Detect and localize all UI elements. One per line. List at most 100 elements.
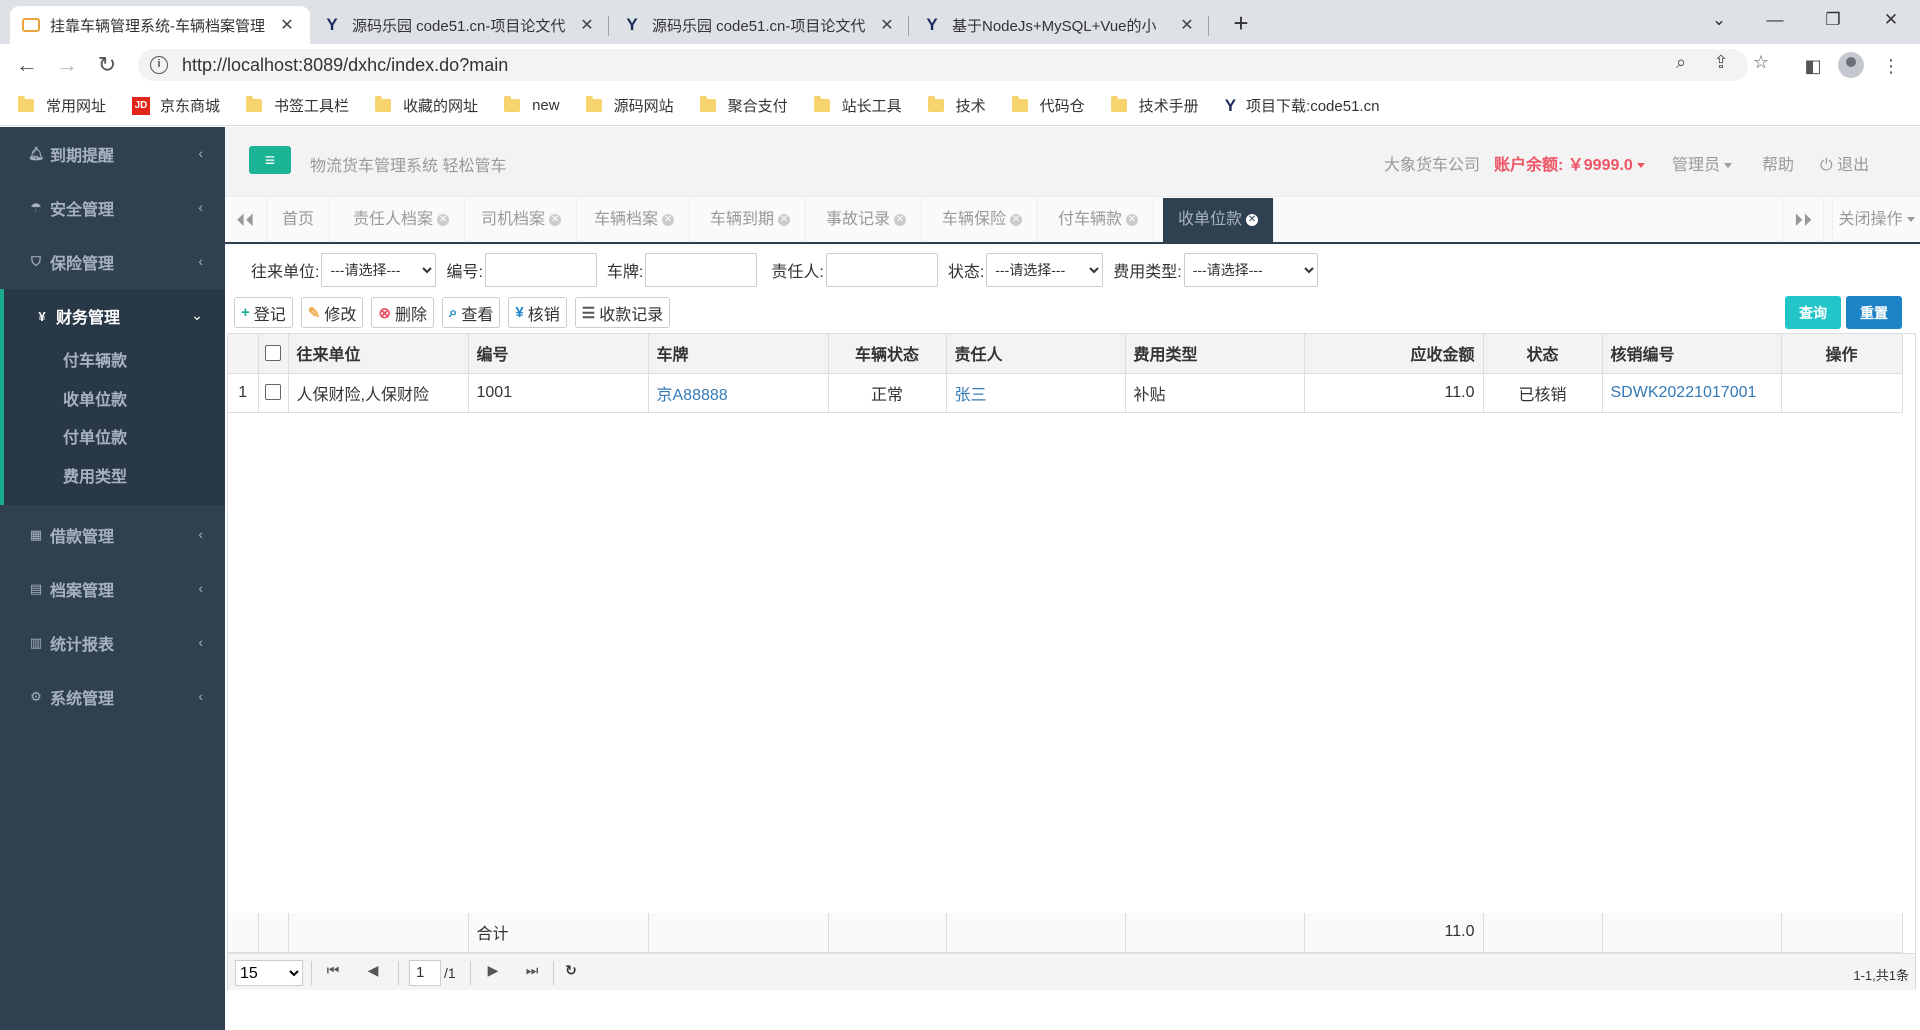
- edit-button[interactable]: ✎ 修改: [300, 297, 364, 328]
- col-header-verify-no[interactable]: 核销编号: [1602, 334, 1782, 374]
- view-button[interactable]: ⌕ 查看: [441, 297, 501, 328]
- bookmark-item[interactable]: 收藏的网址: [375, 95, 478, 116]
- select-all-checkbox[interactable]: [265, 345, 281, 362]
- close-icon[interactable]: ✕: [1178, 15, 1196, 35]
- tab-accident-records[interactable]: 事故记录 ✕: [811, 198, 923, 242]
- profile-avatar[interactable]: [1838, 52, 1864, 78]
- status-select[interactable]: ---请选择---: [986, 253, 1104, 287]
- col-header-operation[interactable]: 操作: [1781, 334, 1903, 374]
- delete-button[interactable]: ⊗ 删除: [371, 297, 434, 328]
- col-header-owner[interactable]: 责任人: [946, 334, 1126, 374]
- col-header-fee-type[interactable]: 费用类型: [1125, 334, 1305, 374]
- page-number-input[interactable]: 1: [409, 960, 441, 986]
- register-button[interactable]: + 登记: [234, 297, 293, 328]
- back-icon[interactable]: ←: [12, 50, 42, 80]
- new-tab-button[interactable]: +: [1222, 6, 1260, 40]
- logout-link[interactable]: ⏻ 退出: [1820, 151, 1869, 175]
- sidebar-subitem-pay-unit[interactable]: 付单位款: [4, 420, 225, 459]
- forward-icon[interactable]: →: [52, 50, 82, 80]
- table-row[interactable]: 1 人保财险,人保财险 1001 京A88888 正常 张三 补贴 11.0 已…: [228, 373, 1903, 413]
- col-header-status[interactable]: 状态: [1483, 334, 1603, 374]
- sidebar-item-security[interactable]: ☂ 安全管理 ‹: [0, 181, 225, 235]
- tab-vehicle-expiry[interactable]: 车辆到期 ✕: [695, 198, 807, 242]
- tab-driver-archive[interactable]: 司机档案 ✕: [466, 198, 578, 242]
- help-link[interactable]: 帮助: [1762, 151, 1794, 175]
- sidebar-item-insurance[interactable]: ⛉ 保险管理 ‹: [0, 235, 225, 289]
- browser-tab-active[interactable]: 挂靠车辆管理系统-车辆档案管理 ✕: [10, 6, 310, 44]
- row-checkbox[interactable]: [265, 384, 281, 401]
- sidepanel-icon[interactable]: ◧: [1800, 53, 1826, 79]
- sidebar-item-loan[interactable]: ▦ 借款管理 ‹: [0, 508, 225, 562]
- plate-input[interactable]: [645, 253, 758, 287]
- sidebar-item-reports[interactable]: ▥ 统计报表 ‹: [0, 616, 225, 670]
- tab-pay-vehicle[interactable]: 付车辆款 ✕: [1043, 198, 1155, 242]
- url-field[interactable]: i http://localhost:8089/dxhc/index.do?ma…: [138, 49, 1748, 81]
- bookmark-item[interactable]: new: [504, 96, 560, 114]
- search-button[interactable]: 查询: [1785, 296, 1841, 329]
- hamburger-button[interactable]: ≡: [249, 146, 291, 174]
- browser-tab[interactable]: Y 基于NodeJs+MySQL+Vue的小 ✕: [910, 6, 1210, 44]
- close-icon[interactable]: ✕: [578, 15, 596, 35]
- close-icon[interactable]: ✕: [878, 15, 896, 35]
- sidebar-item-finance[interactable]: ¥ 财务管理 ⌄: [0, 289, 225, 343]
- minimize-button[interactable]: —: [1752, 4, 1798, 36]
- fee-type-select[interactable]: ---请选择---: [1183, 253, 1318, 287]
- bookmark-item[interactable]: 技术: [927, 95, 986, 116]
- close-icon[interactable]: ✕: [278, 15, 296, 35]
- reset-button[interactable]: 重置: [1846, 296, 1902, 329]
- scroll-left-icon[interactable]: ⏴⏴: [225, 198, 267, 242]
- info-icon[interactable]: i: [150, 56, 168, 74]
- sidebar-subitem-pay-vehicle[interactable]: 付车辆款: [4, 343, 225, 382]
- first-page-icon[interactable]: ⏮: [323, 962, 343, 979]
- tab-vehicle-insurance[interactable]: 车辆保险 ✕: [927, 198, 1039, 242]
- bookmark-item[interactable]: 聚合支付: [699, 95, 788, 116]
- unit-select[interactable]: ---请选择---: [321, 253, 437, 287]
- sidebar-item-system[interactable]: ⚙ 系统管理 ‹: [0, 670, 225, 724]
- owner-link[interactable]: 张三: [955, 387, 987, 404]
- sidebar-item-expiry-reminder[interactable]: 🔔︎ 到期提醒 ‹: [0, 127, 225, 181]
- account-balance[interactable]: 账户余额: ￥9999.0: [1494, 151, 1645, 175]
- tab-close-icon[interactable]: ✕: [437, 213, 450, 226]
- bookmark-item[interactable]: 源码网站: [585, 95, 674, 116]
- reload-icon[interactable]: ↻: [92, 50, 122, 80]
- col-header-unit[interactable]: 往来单位: [288, 334, 469, 374]
- zoom-icon[interactable]: ⌕: [1668, 52, 1694, 73]
- tab-receive-unit[interactable]: 收单位款 ✕: [1163, 198, 1275, 242]
- tab-search-icon[interactable]: ⌄: [1696, 4, 1742, 36]
- menu-icon[interactable]: ⋮: [1878, 53, 1904, 79]
- prev-page-icon[interactable]: ◀: [363, 962, 383, 979]
- bookmark-item[interactable]: 站长工具: [813, 95, 902, 116]
- last-page-icon[interactable]: ⏭: [522, 962, 542, 979]
- sidebar-item-archives[interactable]: ▤ 档案管理 ‹: [0, 562, 225, 616]
- bookmark-item[interactable]: Y 项目下载:code51.cn: [1225, 95, 1380, 116]
- tab-close-icon[interactable]: ✕: [662, 213, 675, 226]
- records-button[interactable]: ☰ 收款记录: [574, 297, 671, 328]
- tab-close-icon[interactable]: ✕: [1126, 213, 1139, 226]
- next-page-icon[interactable]: ▶: [483, 962, 503, 979]
- tab-close-icon[interactable]: ✕: [1246, 213, 1259, 226]
- bookmark-item[interactable]: 书签工具栏: [246, 95, 349, 116]
- code-input[interactable]: [484, 253, 597, 287]
- verify-button[interactable]: ¥ 核销: [508, 297, 567, 328]
- plate-link[interactable]: 京A88888: [657, 387, 728, 404]
- tab-close-icon[interactable]: ✕: [1010, 213, 1023, 226]
- verify-no-link[interactable]: SDWK20221017001: [1611, 384, 1757, 401]
- close-operations-menu[interactable]: 关闭操作: [1832, 198, 1920, 242]
- maximize-button[interactable]: ❐: [1810, 4, 1856, 36]
- star-icon[interactable]: ☆: [1748, 52, 1774, 73]
- tab-vehicle-archive[interactable]: 车辆档案 ✕: [579, 198, 691, 242]
- tab-close-icon[interactable]: ✕: [894, 213, 907, 226]
- bookmark-item[interactable]: 常用网址: [18, 95, 106, 116]
- bookmark-item[interactable]: 代码仓: [1011, 95, 1085, 116]
- tab-owner-archive[interactable]: 责任人档案 ✕: [338, 198, 466, 242]
- page-size-select[interactable]: 15: [235, 960, 303, 986]
- tab-close-icon[interactable]: ✕: [778, 213, 791, 226]
- tab-home[interactable]: 首页: [267, 198, 331, 242]
- browser-tab[interactable]: Y 源码乐园 code51.cn-项目论文代 ✕: [310, 6, 610, 44]
- window-close-button[interactable]: ✕: [1868, 4, 1914, 36]
- user-menu[interactable]: 管理员: [1672, 151, 1733, 175]
- tab-close-icon[interactable]: ✕: [549, 213, 562, 226]
- col-header-amount[interactable]: 应收金额: [1304, 334, 1484, 374]
- bookmark-item[interactable]: JD 京东商城: [132, 95, 220, 116]
- browser-tab[interactable]: Y 源码乐园 code51.cn-项目论文代 ✕: [610, 6, 910, 44]
